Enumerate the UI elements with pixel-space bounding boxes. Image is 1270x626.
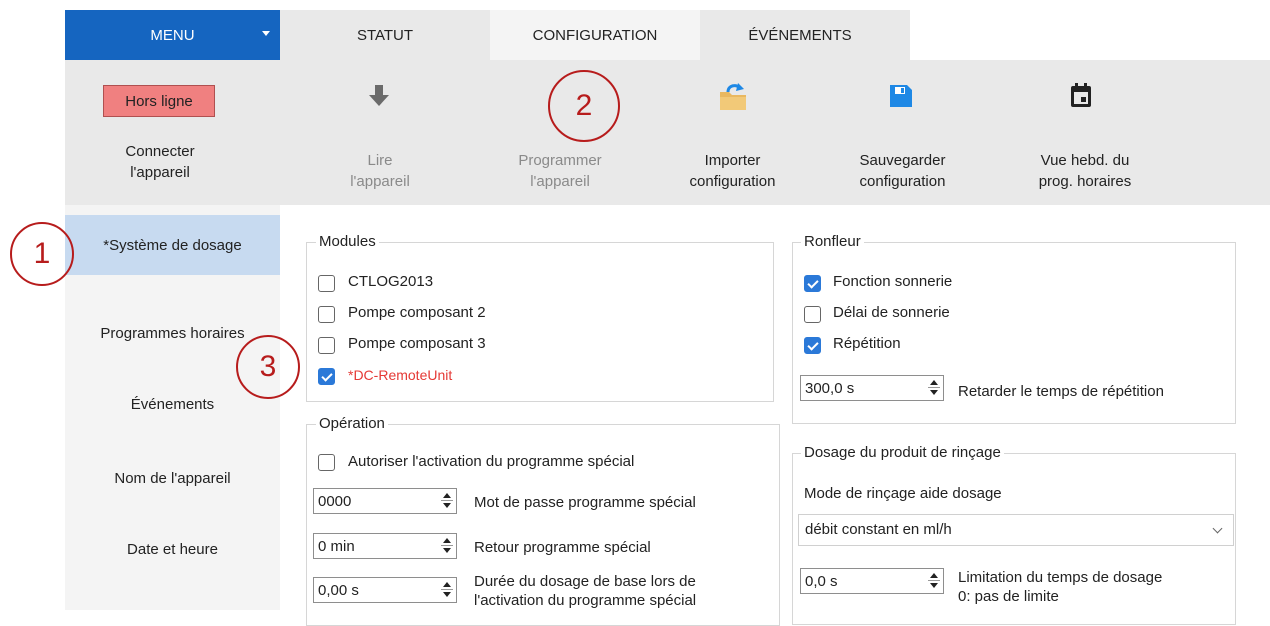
spin-arrows-icon[interactable] xyxy=(927,378,941,398)
sidebar-item-device-name[interactable]: Nom de l'appareil xyxy=(65,448,280,508)
annotation-circle-1: 1 xyxy=(10,222,74,286)
save-configuration-button[interactable]: Sauvegarder configuration xyxy=(835,150,970,192)
repeat-delay-label: Retarder le temps de répétition xyxy=(958,383,1164,400)
modules-legend: Modules xyxy=(316,233,379,250)
sidebar-item-label: Date et heure xyxy=(127,540,218,558)
download-arrow-icon[interactable] xyxy=(368,84,390,108)
base-dosing-label-line2: l'activation du programme spécial xyxy=(474,592,697,609)
import-label-line1: Importer xyxy=(704,152,761,169)
spin-arrows-icon[interactable] xyxy=(927,571,941,591)
spin-arrows-icon[interactable] xyxy=(440,536,454,556)
spin-arrows-icon[interactable] xyxy=(440,491,454,511)
rinse-mode-dropdown[interactable]: débit constant en ml/h xyxy=(798,514,1234,546)
dosing-limit-value: 0,0 s xyxy=(805,573,838,590)
buzzer-delay-label: Délai de sonnerie xyxy=(833,304,950,321)
special-return-value: 0 min xyxy=(318,538,355,555)
save-label-line2: configuration xyxy=(859,173,946,190)
tab-statut-label: STATUT xyxy=(356,26,414,44)
annotation-circle-2: 2 xyxy=(548,70,620,142)
sidebar-item-label: Événements xyxy=(130,395,215,413)
repeat-delay-value: 300,0 s xyxy=(805,380,855,397)
read-label-line2: l'appareil xyxy=(350,173,410,190)
offline-label: Hors ligne xyxy=(125,92,193,110)
dosing-limit-label-line2: 0: pas de limite xyxy=(958,588,1059,605)
base-dosing-label: Durée du dosage de base lors de l'activa… xyxy=(474,572,696,610)
special-password-label: Mot de passe programme spécial xyxy=(474,494,696,511)
buzzer-repeat-label: Répétition xyxy=(833,335,901,352)
tab-configuration[interactable]: CONFIGURATION xyxy=(490,10,700,60)
sidebar-item-date-time[interactable]: Date et heure xyxy=(65,519,280,579)
save-label-line1: Sauvegarder xyxy=(859,152,946,169)
module-pump2-label: Pompe composant 2 xyxy=(348,304,486,321)
repeat-delay-spinner[interactable]: 300,0 s xyxy=(800,375,944,401)
rinse-dosing-legend: Dosage du produit de rinçage xyxy=(801,444,1004,461)
rinse-mode-value: débit constant en ml/h xyxy=(805,521,952,538)
offline-status-button[interactable]: Hors ligne xyxy=(103,85,215,117)
spin-arrows-icon[interactable] xyxy=(440,580,454,600)
special-password-value: 0000 xyxy=(318,493,352,510)
annotation-circle-3: 3 xyxy=(236,335,300,399)
base-dosing-spinner[interactable]: 0,00 s xyxy=(313,577,457,603)
special-password-spinner[interactable]: 0000 xyxy=(313,488,457,514)
program-label-line1: Programmer xyxy=(518,152,602,169)
buzzer-function-label: Fonction sonnerie xyxy=(833,273,953,290)
tab-configuration-label: CONFIGURATION xyxy=(532,26,658,44)
sidebar-item-label: Programmes horaires xyxy=(100,324,245,342)
import-folder-icon[interactable] xyxy=(716,82,750,112)
buzzer-function-checkbox[interactable] xyxy=(804,275,821,292)
read-label-line1: Lire xyxy=(367,152,393,169)
menu-button[interactable]: MENU xyxy=(65,10,280,60)
save-disk-icon[interactable] xyxy=(889,84,913,108)
module-pump3-label: Pompe composant 3 xyxy=(348,335,486,352)
tab-evenements[interactable]: ÉVÉNEMENTS xyxy=(700,10,910,60)
buzzer-delay-checkbox[interactable] xyxy=(804,306,821,323)
weekly-label-line1: Vue hebd. du xyxy=(1040,152,1130,169)
sidebar-item-label: *Système de dosage xyxy=(103,236,242,254)
sidebar-item-label: Nom de l'appareil xyxy=(114,469,231,487)
module-pump3-checkbox[interactable] xyxy=(318,337,335,354)
module-remote-unit-checkbox[interactable] xyxy=(318,368,335,385)
module-ctlog-checkbox[interactable] xyxy=(318,275,335,292)
menu-label: MENU xyxy=(150,26,195,44)
base-dosing-value: 0,00 s xyxy=(318,582,359,599)
tab-evenements-label: ÉVÉNEMENTS xyxy=(748,26,852,44)
caret-down-icon xyxy=(262,31,270,36)
read-device-button[interactable]: Lire l'appareil xyxy=(335,150,425,192)
buzzer-legend: Ronfleur xyxy=(801,233,864,250)
allow-special-program-label: Autoriser l'activation du programme spéc… xyxy=(348,453,635,470)
special-return-spinner[interactable]: 0 min xyxy=(313,533,457,559)
weekly-schedule-button[interactable]: Vue hebd. du prog. horaires xyxy=(1020,150,1150,192)
base-dosing-label-line1: Durée du dosage de base lors de xyxy=(474,573,696,590)
special-return-label: Retour programme spécial xyxy=(474,539,651,556)
allow-special-program-checkbox[interactable] xyxy=(318,454,335,471)
weekly-label-line2: prog. horaires xyxy=(1038,173,1132,190)
dosing-limit-spinner[interactable]: 0,0 s xyxy=(800,568,944,594)
sidebar-item-dosing-system[interactable]: *Système de dosage xyxy=(65,215,280,275)
connect-device-button[interactable]: Connecter l'appareil xyxy=(110,141,210,183)
connect-label-line2: l'appareil xyxy=(130,164,190,181)
chevron-down-icon xyxy=(1212,523,1223,534)
buzzer-repeat-checkbox[interactable] xyxy=(804,337,821,354)
calendar-icon[interactable] xyxy=(1070,82,1092,108)
dosing-limit-label: Limitation du temps de dosage 0: pas de … xyxy=(958,568,1162,606)
connect-label-line1: Connecter xyxy=(125,143,195,160)
operation-legend: Opération xyxy=(316,415,388,432)
program-device-button[interactable]: Programmer l'appareil xyxy=(495,150,625,192)
module-ctlog-label: CTLOG2013 xyxy=(348,273,434,290)
module-pump2-checkbox[interactable] xyxy=(318,306,335,323)
import-label-line2: configuration xyxy=(689,173,776,190)
dosing-limit-label-line1: Limitation du temps de dosage xyxy=(958,569,1163,586)
import-configuration-button[interactable]: Importer configuration xyxy=(670,150,795,192)
module-remote-unit-label: *DC-RemoteUnit xyxy=(348,367,453,383)
rinse-mode-label: Mode de rinçage aide dosage xyxy=(804,485,1002,502)
tab-statut[interactable]: STATUT xyxy=(280,10,490,60)
program-label-line2: l'appareil xyxy=(530,173,590,190)
